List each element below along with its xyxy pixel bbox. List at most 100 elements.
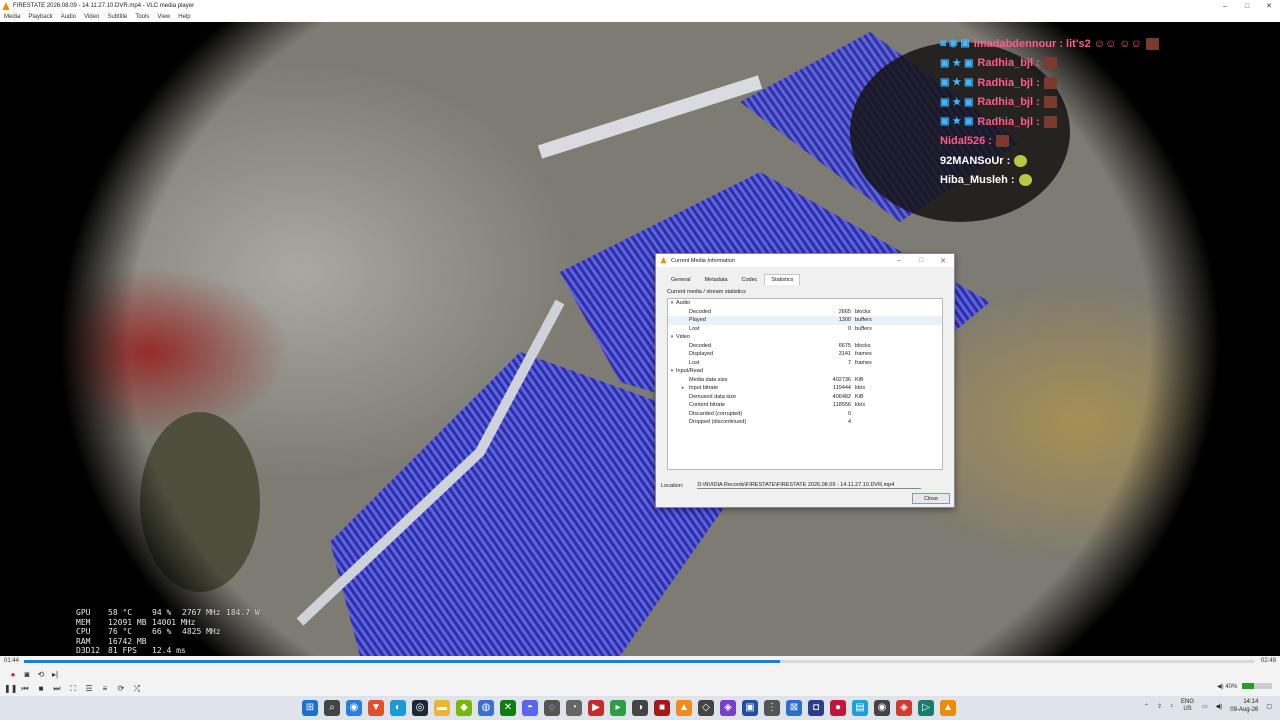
expand-chevron-icon[interactable]: ▾	[668, 334, 676, 340]
menu-media[interactable]: Media	[4, 14, 20, 20]
tray-chevron-icon[interactable]: ⌃	[1144, 703, 1149, 710]
maximize-button[interactable]: □	[1236, 3, 1258, 10]
tray-upload-icon[interactable]: ⇪	[1157, 703, 1162, 710]
loop-ab-icon[interactable]: ⟲	[36, 670, 46, 679]
volume-slider[interactable]	[1242, 683, 1272, 690]
extended-settings-icon[interactable]: ☰	[84, 684, 94, 693]
start-icon[interactable]: ⊞	[302, 700, 318, 716]
dialog-maximize-button[interactable]: □	[910, 257, 932, 264]
tree-item[interactable]: Decoded 2665 blocks	[668, 308, 942, 317]
tree-item[interactable]: Content bitrate 118556 kb/s	[668, 401, 942, 410]
tray-mic-icon[interactable]: ♪	[1170, 703, 1173, 709]
tree-item[interactable]: Played 1300 buffers	[668, 316, 942, 325]
app-icon-2[interactable]: ◌	[544, 700, 560, 716]
app-icon-5[interactable]: ▸	[610, 700, 626, 716]
brave-icon[interactable]: ▼	[368, 700, 384, 716]
app-icon-18[interactable]: ◈	[896, 700, 912, 716]
osd-row: GPU 58 °C 94 % 2767 MHz 184.7 W	[76, 608, 274, 618]
menu-help[interactable]: Help	[178, 14, 190, 20]
edge-icon[interactable]: ◐	[390, 700, 406, 716]
close-button[interactable]: Close	[912, 493, 950, 504]
tab-metadata[interactable]: Metadata	[698, 274, 735, 285]
app-icon-7[interactable]: ■	[654, 700, 670, 716]
app-icon-4[interactable]: ▶	[588, 700, 604, 716]
menu-tools[interactable]: Tools	[135, 14, 149, 20]
app-icon-11[interactable]: ▣	[742, 700, 758, 716]
tree-item[interactable]: Decoded 6675 blocks	[668, 342, 942, 351]
expand-chevron-icon[interactable]: ▾	[668, 300, 676, 306]
app-icon-3[interactable]: ◔	[566, 700, 582, 716]
menu-video[interactable]: Video	[84, 14, 99, 20]
stop-icon[interactable]: ■	[36, 684, 46, 693]
tree-item[interactable]: Displayed 3141 frames	[668, 350, 942, 359]
tree-item[interactable]: Dropped (discontinued) 4	[668, 418, 942, 427]
app-icon-16[interactable]: ▤	[852, 700, 868, 716]
chat-emote-icon	[1018, 174, 1032, 187]
location-field[interactable]: D:\NVIDIA Records\FIRESTATE\FIRESTATE 20…	[697, 482, 922, 489]
nvidia-icon[interactable]: ◆	[456, 700, 472, 716]
seek-bar[interactable]	[24, 660, 1254, 663]
search-icon[interactable]: ⌕	[324, 700, 340, 716]
app-icon-6[interactable]: ◑	[632, 700, 648, 716]
fullscreen-icon[interactable]: ⛶	[68, 684, 78, 694]
notification-icon[interactable]: ▢	[1266, 703, 1272, 710]
steam-icon[interactable]: ◎	[412, 700, 428, 716]
video-surface[interactable]: ◙ ◉ ▣ Imadabdennour : lit's2 ☺☺ ☺☺ ▣ ★ ▣ Ra…	[0, 22, 1280, 656]
tree-group[interactable]: ▾ Input/Read	[668, 367, 942, 376]
menu-subtitle[interactable]: Subtitle	[107, 14, 127, 20]
menu-playback[interactable]: Playback	[28, 14, 52, 20]
shuffle-icon[interactable]: ⤮	[132, 684, 142, 694]
language-top: ENG	[1180, 699, 1194, 705]
dialog-close-icon[interactable]: ✕	[932, 257, 954, 265]
app-icon-17[interactable]: ◉	[874, 700, 890, 716]
chat-username: 92MANSoUr :	[940, 154, 1011, 167]
app-icon-8[interactable]: ▲	[676, 700, 692, 716]
tree-item[interactable]: Discarded (corrupted) 0	[668, 410, 942, 419]
app-icon-13[interactable]: ⊠	[786, 700, 802, 716]
clock[interactable]: 14:14 09-Aug-26	[1230, 698, 1258, 714]
pause-icon[interactable]: ❚❚	[4, 684, 17, 693]
next-icon[interactable]: ⏭	[52, 684, 62, 694]
language-indicator[interactable]: ENG US	[1181, 699, 1194, 713]
loop-icon[interactable]: ⟳	[116, 684, 126, 693]
app-icon-9[interactable]: ◇	[698, 700, 714, 716]
tree-item[interactable]: ▸ Input bitrate 119444 kb/s	[668, 384, 942, 393]
previous-icon[interactable]: ⏮	[20, 684, 30, 694]
stat-label: Decoded	[689, 308, 712, 315]
menu-view[interactable]: View	[157, 14, 170, 20]
statistics-tree[interactable]: ▾ Audio Decoded 2665 blocks Played 1300 buffers…	[667, 298, 943, 470]
tree-item[interactable]: Media data size 402736 KiB	[668, 376, 942, 385]
app-icon-12[interactable]: ⋮	[764, 700, 780, 716]
tab-general[interactable]: General	[664, 274, 698, 285]
app-icon-1[interactable]: ◍	[478, 700, 494, 716]
dialog-minimize-button[interactable]: –	[888, 257, 910, 264]
tree-item[interactable]: Lost 7 frames	[668, 359, 942, 368]
explorer-icon[interactable]: ▬	[434, 700, 450, 716]
expand-chevron-icon[interactable]: ▾	[668, 368, 676, 374]
network-icon[interactable]: ▭	[1202, 703, 1208, 710]
frame-step-icon[interactable]: ▸|	[50, 670, 60, 679]
record-icon[interactable]: ●	[8, 670, 18, 679]
tree-group[interactable]: ▾ Video	[668, 333, 942, 342]
discord-icon[interactable]: ◓	[522, 700, 538, 716]
app-icon-19[interactable]: ▷	[918, 700, 934, 716]
playlist-icon[interactable]: ≡	[100, 684, 110, 693]
snapshot-icon[interactable]: ◙	[22, 670, 32, 679]
tab-codec[interactable]: Codec	[735, 274, 765, 285]
chrome-icon[interactable]: ◉	[346, 700, 362, 716]
app-icon-10[interactable]: ◈	[720, 700, 736, 716]
close-window-button[interactable]: ✕	[1258, 2, 1280, 10]
tab-statistics[interactable]: Statistics	[764, 274, 801, 285]
vlc-icon[interactable]: ▲	[940, 700, 956, 716]
xbox-icon[interactable]: ✕	[500, 700, 516, 716]
speaker-icon[interactable]: ◀)	[1216, 703, 1223, 710]
tree-group[interactable]: ▾ Audio	[668, 299, 942, 308]
minimize-button[interactable]: –	[1214, 3, 1236, 10]
volume-control[interactable]: ◀) 40%	[1217, 683, 1272, 690]
app-icon-15[interactable]: ●	[830, 700, 846, 716]
tree-item[interactable]: Lost 0 buffers	[668, 325, 942, 334]
tree-item[interactable]: Demuxed data size 406482 KiB	[668, 393, 942, 402]
expand-chevron-icon[interactable]: ▸	[679, 385, 687, 391]
menu-audio[interactable]: Audio	[61, 14, 76, 20]
app-icon-14[interactable]: ◘	[808, 700, 824, 716]
